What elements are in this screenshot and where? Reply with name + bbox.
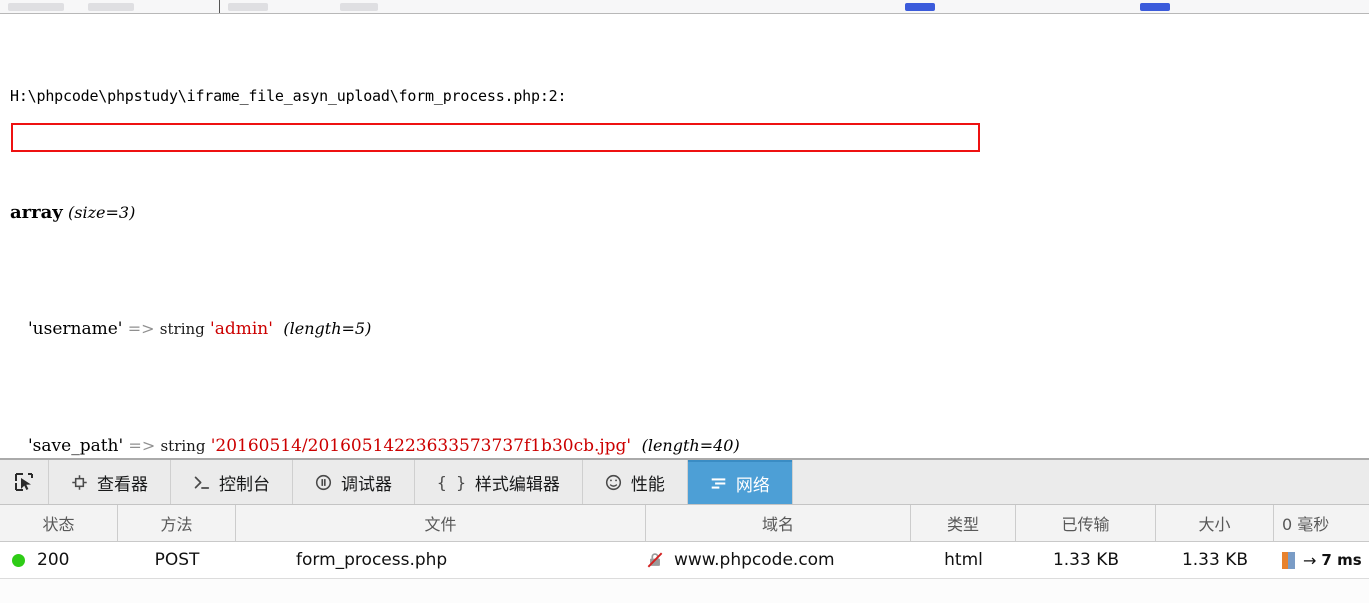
dump-entry-type: string (159, 320, 205, 338)
dump-entry-key: 'save_path' (28, 436, 124, 456)
page-content: H:\phpcode\phpstudy\iframe_file_asyn_upl… (0, 14, 1369, 461)
var-dump-block-1: H:\phpcode\phpstudy\iframe_file_asyn_upl… (10, 24, 1369, 461)
timing-bar-icon (1282, 551, 1295, 569)
column-header-file[interactable]: 文件 (236, 505, 646, 541)
network-icon (710, 475, 727, 492)
timeline-duration: 7 ms (1321, 551, 1362, 569)
tab-inspector-label: 查看器 (97, 474, 148, 495)
column-header-domain[interactable]: 域名 (646, 505, 911, 541)
dump-entry-op: => (127, 319, 155, 338)
chrome-ghost-item (8, 3, 64, 11)
toolbar-empty-space (791, 460, 1369, 504)
tab-performance-label: 性能 (630, 474, 665, 495)
table-row[interactable]: 200 POST form_process.php www.phpcode.co… (0, 542, 1369, 579)
chrome-ghost-highlight (905, 3, 935, 11)
cell-timeline: → 7 ms (1274, 542, 1369, 578)
element-picker-icon (14, 472, 34, 492)
status-indicator-icon (12, 553, 25, 567)
cell-status-code: 200 (37, 550, 70, 570)
tab-debugger[interactable]: 调试器 (293, 460, 415, 504)
inspector-icon (71, 474, 88, 491)
tab-console-label: 控制台 (219, 474, 270, 495)
tab-console[interactable]: 控制台 (171, 460, 293, 504)
cell-status: 200 (0, 542, 118, 578)
devtools-panel: 查看器 控制台 调试器 { } 样式编辑器 性能 网络 状态 方法 文件 域名 … (0, 458, 1369, 603)
dump-entry-key: 'username' (28, 319, 123, 339)
chrome-ghost-item (340, 3, 378, 11)
dump-entry-length: (length=5) (283, 319, 372, 338)
tab-debugger-label: 调试器 (341, 474, 392, 495)
chrome-ghost-item (228, 3, 268, 11)
tab-style-editor[interactable]: { } 样式编辑器 (415, 460, 583, 504)
cell-file: form_process.php (296, 550, 448, 570)
dump-entry-value: '20160514/20160514223633573737f1b30cb.jp… (210, 436, 632, 456)
cell-domain-label: www.phpcode.com (674, 550, 835, 570)
style-editor-icon: { } (437, 472, 466, 492)
column-header-method[interactable]: 方法 (118, 505, 236, 541)
tab-performance[interactable]: 性能 (583, 460, 688, 504)
element-picker-button[interactable] (0, 460, 49, 504)
column-header-status[interactable]: 状态 (0, 505, 118, 541)
chrome-ghost-item (88, 3, 134, 11)
dump-entry: 'username' => string 'admin' (length=5) (10, 314, 1369, 344)
column-header-timeline[interactable]: 0 毫秒 (1274, 505, 1369, 541)
devtools-toolbar: 查看器 控制台 调试器 { } 样式编辑器 性能 网络 (0, 460, 1369, 505)
dump-entry-length: (length=40) (641, 436, 740, 455)
dump-entry-op: => (128, 436, 156, 455)
performance-icon (605, 474, 622, 491)
network-table-header: 状态 方法 文件 域名 类型 已传输 大小 0 毫秒 (0, 505, 1369, 542)
dump-entry-type: string (160, 437, 206, 455)
tab-network-label: 网络 (735, 475, 770, 496)
browser-chrome-strip (0, 0, 1369, 14)
debugger-icon (315, 474, 332, 491)
column-header-size[interactable]: 大小 (1156, 505, 1274, 541)
console-icon (193, 474, 210, 491)
dump-file-line: H:\phpcode\phpstudy\iframe_file_asyn_upl… (10, 87, 567, 105)
cell-transferred: 1.33 KB (1052, 550, 1120, 570)
chrome-divider (219, 0, 220, 13)
dump-entry-highlighted: 'save_path' => string '20160514/20160514… (10, 431, 1369, 461)
dump-entry-value: 'admin' (210, 319, 273, 339)
dump-root: array (size=3) (10, 198, 1369, 227)
cell-type: html (944, 550, 983, 570)
cell-size: 1.33 KB (1181, 550, 1249, 570)
insecure-lock-icon (646, 551, 664, 569)
tab-inspector[interactable]: 查看器 (49, 460, 171, 504)
cell-domain: www.phpcode.com (646, 542, 911, 578)
chrome-ghost-highlight (1140, 3, 1170, 11)
column-header-transferred[interactable]: 已传输 (1016, 505, 1156, 541)
tab-style-editor-label: 样式编辑器 (474, 474, 560, 495)
tab-network[interactable]: 网络 (687, 460, 792, 504)
cell-method: POST (154, 550, 200, 570)
dump-root-type: array (10, 202, 63, 223)
column-header-type[interactable]: 类型 (911, 505, 1016, 541)
timeline-arrow: → (1303, 550, 1317, 570)
dump-root-size: (size=3) (68, 203, 136, 222)
